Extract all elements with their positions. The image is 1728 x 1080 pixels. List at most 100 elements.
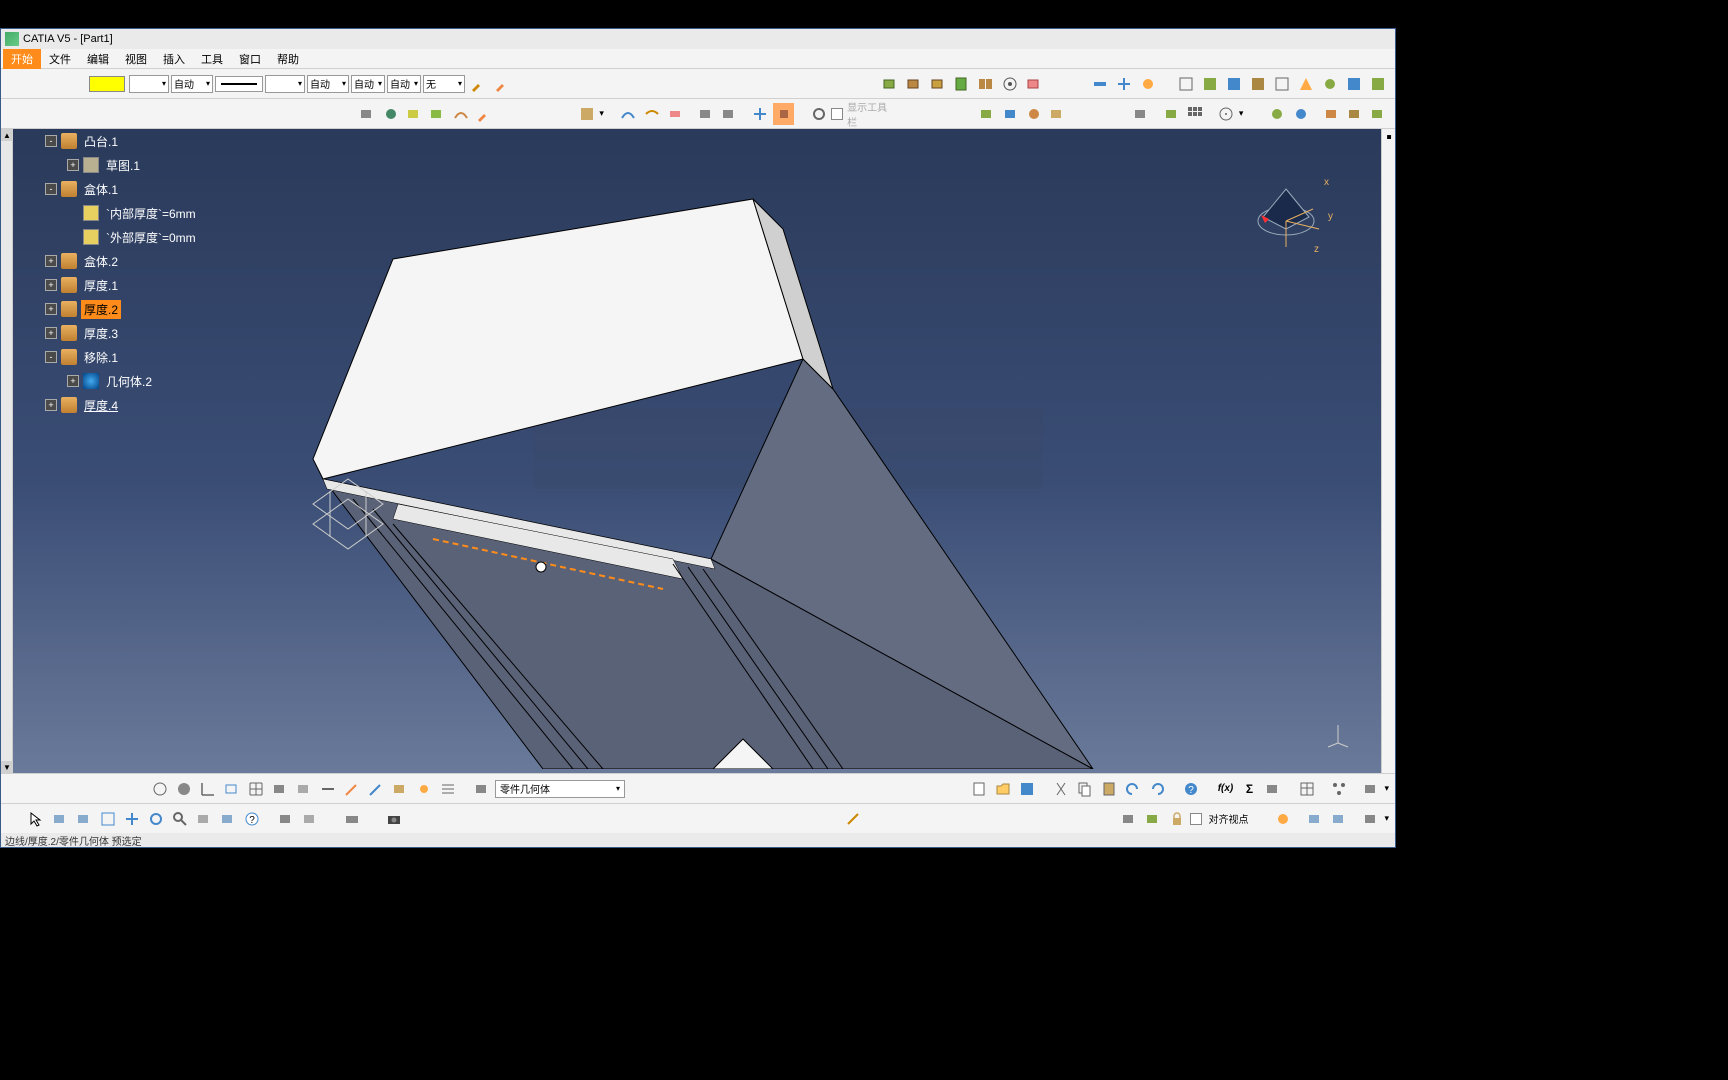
tree-row-8[interactable]: +厚度.3	[19, 321, 259, 345]
tree-label[interactable]: 厚度.2	[81, 300, 121, 319]
feature1-icon[interactable]	[380, 103, 401, 125]
3d-model[interactable]	[293, 189, 1113, 769]
op2-icon[interactable]	[1113, 73, 1135, 95]
op4-icon[interactable]	[1175, 73, 1197, 95]
tree-row-9[interactable]: -移除.1	[19, 345, 259, 369]
cube1-icon[interactable]	[269, 778, 291, 800]
ext9-icon[interactable]	[1368, 103, 1389, 125]
render1-icon[interactable]	[275, 808, 297, 830]
menu-tools[interactable]: 工具	[193, 49, 231, 69]
redo-icon[interactable]	[1146, 778, 1168, 800]
sketch-icon[interactable]	[842, 808, 864, 830]
table-icon[interactable]	[1296, 778, 1318, 800]
tree-row-10[interactable]: + 几何体.2	[19, 369, 259, 393]
menu-view[interactable]: 视图	[117, 49, 155, 69]
select-icon[interactable]	[25, 808, 47, 830]
tree-expander-icon[interactable]: +	[67, 375, 79, 387]
dropdown-arrow-2-icon[interactable]: ▾	[1239, 108, 1244, 119]
op7-icon[interactable]	[1247, 73, 1269, 95]
fx-icon[interactable]: f(x)	[1214, 778, 1236, 800]
tool-a-icon[interactable]	[1262, 778, 1284, 800]
axis-icon[interactable]	[197, 778, 219, 800]
tree-label[interactable]: `外部厚度`=0mm	[103, 228, 199, 247]
prism-solid-icon[interactable]	[471, 778, 493, 800]
op1-icon[interactable]	[1089, 73, 1111, 95]
open-icon[interactable]	[992, 778, 1014, 800]
ext7-icon[interactable]	[1321, 103, 1342, 125]
view-compass[interactable]: x y z	[1251, 179, 1321, 249]
tree-expander-icon[interactable]: +	[45, 279, 57, 291]
copy-icon[interactable]	[1074, 778, 1096, 800]
constraint-icon[interactable]	[389, 778, 411, 800]
tree-expander-icon[interactable]: +	[45, 255, 57, 267]
disp4-icon[interactable]	[1047, 103, 1068, 125]
scroll-down-icon[interactable]: ▼	[1, 761, 13, 773]
feature5-icon[interactable]	[473, 103, 494, 125]
normal-view-icon[interactable]	[193, 808, 215, 830]
color-dropdown[interactable]	[129, 75, 169, 93]
paintbrush-icon[interactable]	[491, 73, 513, 95]
solid5-icon[interactable]	[975, 73, 997, 95]
op10-icon[interactable]	[1319, 73, 1341, 95]
tree-expander-icon[interactable]: -	[45, 351, 57, 363]
3d-viewport[interactable]: -凸台.1+草图.1-盒体.1`内部厚度`=6mm`外部厚度`=0mm+盒体.2…	[13, 129, 1381, 773]
feature4-icon[interactable]	[450, 103, 471, 125]
wire1-icon[interactable]	[221, 778, 243, 800]
lineweight-dropdown[interactable]	[265, 75, 305, 93]
lock-icon[interactable]	[1166, 808, 1188, 830]
workbench-icon[interactable]	[357, 103, 378, 125]
rtool-1-icon[interactable]: ▪	[1382, 129, 1396, 147]
feature2-icon[interactable]	[403, 103, 424, 125]
dim-icon[interactable]	[317, 778, 339, 800]
tree-row-7[interactable]: + 厚度.2	[19, 297, 259, 321]
print-icon[interactable]	[341, 808, 363, 830]
render2-icon[interactable]	[299, 808, 321, 830]
grid-icon[interactable]	[245, 778, 267, 800]
op8-icon[interactable]	[1271, 73, 1293, 95]
tree-label[interactable]: 盒体.2	[81, 252, 121, 271]
tree-label[interactable]: 几何体.2	[103, 372, 155, 391]
sphere-icon[interactable]	[173, 778, 195, 800]
menu-edit[interactable]: 编辑	[79, 49, 117, 69]
disp2-icon[interactable]	[1000, 103, 1021, 125]
undo-icon[interactable]	[1122, 778, 1144, 800]
curve1-icon[interactable]	[618, 103, 639, 125]
prism2-icon[interactable]	[719, 103, 740, 125]
auto-dropdown-4[interactable]: 自动	[387, 75, 421, 93]
op12-icon[interactable]	[1367, 73, 1389, 95]
nav1-icon[interactable]	[49, 808, 71, 830]
tree-row-6[interactable]: +厚度.1	[19, 273, 259, 297]
solid6-icon[interactable]	[999, 73, 1021, 95]
feature3-icon[interactable]	[427, 103, 448, 125]
tree-expander-icon[interactable]: +	[45, 303, 57, 315]
tree-row-3[interactable]: `内部厚度`=6mm	[19, 201, 259, 225]
color-swatch[interactable]	[89, 76, 125, 92]
tree-label[interactable]: 凸台.1	[81, 132, 121, 151]
solid3-icon[interactable]	[927, 73, 949, 95]
tree-expander-icon[interactable]: +	[45, 399, 57, 411]
sun-icon[interactable]	[413, 778, 435, 800]
help-icon[interactable]: ?	[1180, 778, 1202, 800]
save-icon[interactable]	[1016, 778, 1038, 800]
iso-view-icon[interactable]	[217, 808, 239, 830]
snap2-icon[interactable]	[1304, 808, 1326, 830]
disp1-icon[interactable]	[977, 103, 998, 125]
tool-b-icon[interactable]	[1360, 778, 1382, 800]
tree-row-2[interactable]: -盒体.1	[19, 177, 259, 201]
solid4-icon[interactable]	[951, 73, 973, 95]
snap4-icon[interactable]	[1360, 808, 1382, 830]
menu-window[interactable]: 窗口	[231, 49, 269, 69]
view-help-icon[interactable]: ?	[241, 808, 263, 830]
transform-icon[interactable]	[750, 103, 771, 125]
brush-icon[interactable]	[467, 73, 489, 95]
ext5-icon[interactable]	[1267, 103, 1288, 125]
op11-icon[interactable]	[1343, 73, 1365, 95]
ext6-icon[interactable]	[1290, 103, 1311, 125]
cut-icon[interactable]	[1050, 778, 1072, 800]
gear-icon[interactable]	[808, 103, 829, 125]
checkbox-1[interactable]	[831, 108, 843, 120]
tree-row-0[interactable]: -凸台.1	[19, 129, 259, 153]
menu-start[interactable]: 开始	[3, 49, 41, 69]
tree-expander-icon[interactable]: +	[67, 159, 79, 171]
linestyle-dropdown[interactable]	[215, 76, 263, 92]
